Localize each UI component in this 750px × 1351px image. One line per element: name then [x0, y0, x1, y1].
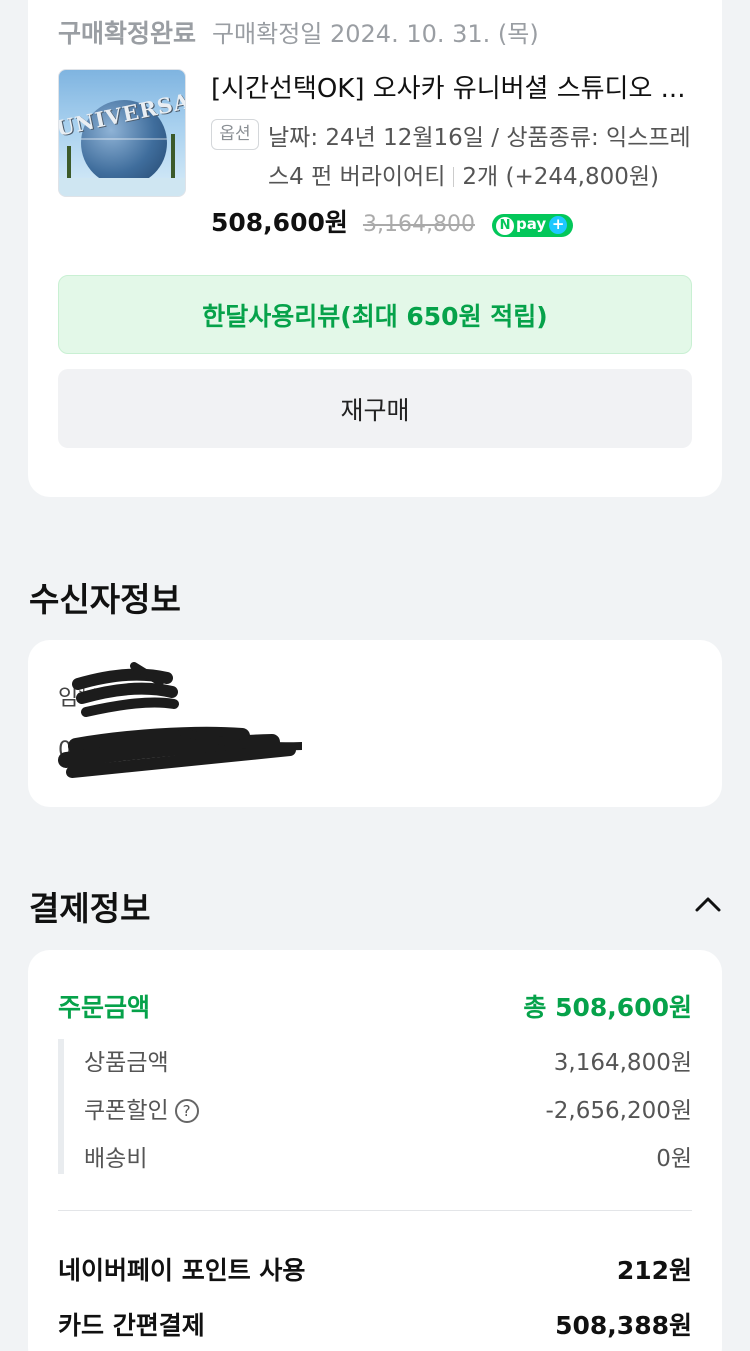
- npay-label: pay: [516, 215, 547, 233]
- original-price: 3,164,800: [362, 212, 475, 237]
- option-text-line2-value: 스4 펀 버라이어티: [268, 164, 446, 190]
- card-payment-label: 카드 간편결제: [58, 1311, 205, 1340]
- coupon-discount-label: 쿠폰할인: [84, 1098, 169, 1124]
- review-button[interactable]: 한달사용리뷰(최대 650원 적립): [58, 275, 692, 354]
- option-separator: [453, 167, 455, 187]
- naverpay-points-label: 네이버페이 포인트 사용: [58, 1256, 306, 1285]
- shipping-fee-label: 배송비: [84, 1146, 148, 1172]
- redaction-scribble: [58, 662, 302, 778]
- quantity-info: 2개 (+244,800원): [462, 164, 659, 190]
- order-status-line: 구매확정완료 구매확정일 2024. 10. 31. (목): [58, 14, 539, 50]
- order-card: 구매확정완료 구매확정일 2024. 10. 31. (목) UNIVERSAL…: [28, 0, 722, 497]
- divider: [58, 1210, 692, 1211]
- shipping-fee-value: 0원: [656, 1146, 692, 1172]
- order-amount-row: 주문금액 총 508,600원: [58, 988, 692, 1024]
- shipping-fee-row: 배송비 0원: [84, 1139, 692, 1173]
- confirm-date: 구매확정일 2024. 10. 31. (목): [211, 20, 539, 48]
- order-amount-value: 총 508,600원: [523, 993, 692, 1022]
- order-status: 구매확정완료: [58, 19, 197, 48]
- price-line: 508,600원 3,164,800 Npay +: [211, 203, 574, 239]
- recipient-card: 임** 010-****-****: [28, 640, 722, 807]
- npay-plus-badge: Npay +: [492, 214, 574, 237]
- recipient-section-title: 수신자정보: [29, 580, 181, 619]
- coupon-discount-value: -2,656,200원: [545, 1098, 692, 1124]
- breakdown-bar: [58, 1039, 64, 1174]
- help-icon[interactable]: ?: [174, 1099, 199, 1123]
- product-price: 508,600원: [211, 208, 348, 237]
- product-amount-row: 상품금액 3,164,800원: [84, 1043, 692, 1077]
- plus-icon: +: [549, 216, 568, 234]
- card-payment-value: 508,388원: [555, 1311, 692, 1340]
- option-tag: 옵션: [211, 119, 259, 150]
- product-amount-value: 3,164,800원: [553, 1050, 692, 1076]
- option-text-line2: 스4 펀 버라이어티 2개 (+244,800원): [268, 157, 659, 191]
- npay-n-icon: N: [496, 217, 515, 235]
- card-payment-row: 카드 간편결제 508,388원: [58, 1306, 692, 1342]
- payment-card: 주문금액 총 508,600원 상품금액 3,164,800원 쿠폰할인? -2…: [28, 950, 722, 1351]
- payment-section-title: 결제정보: [29, 889, 151, 928]
- product-amount-label: 상품금액: [84, 1050, 169, 1076]
- coupon-discount-row: 쿠폰할인? -2,656,200원: [84, 1091, 692, 1125]
- naverpay-points-value: 212원: [616, 1256, 692, 1285]
- order-amount-label: 주문금액: [58, 993, 151, 1022]
- product-title[interactable]: [시간선택OK] 오사카 유니버셜 스튜디오 ...: [211, 68, 691, 105]
- product-thumbnail[interactable]: UNIVERSAL: [58, 69, 186, 197]
- naverpay-points-row: 네이버페이 포인트 사용 212원: [58, 1251, 692, 1287]
- chevron-up-icon[interactable]: [694, 895, 722, 913]
- rebuy-button[interactable]: 재구매: [58, 369, 692, 448]
- coupon-discount-label-wrap: 쿠폰할인?: [84, 1091, 199, 1125]
- option-text-line1: 날짜: 24년 12월16일 / 상품종류: 익스프레: [268, 125, 691, 151]
